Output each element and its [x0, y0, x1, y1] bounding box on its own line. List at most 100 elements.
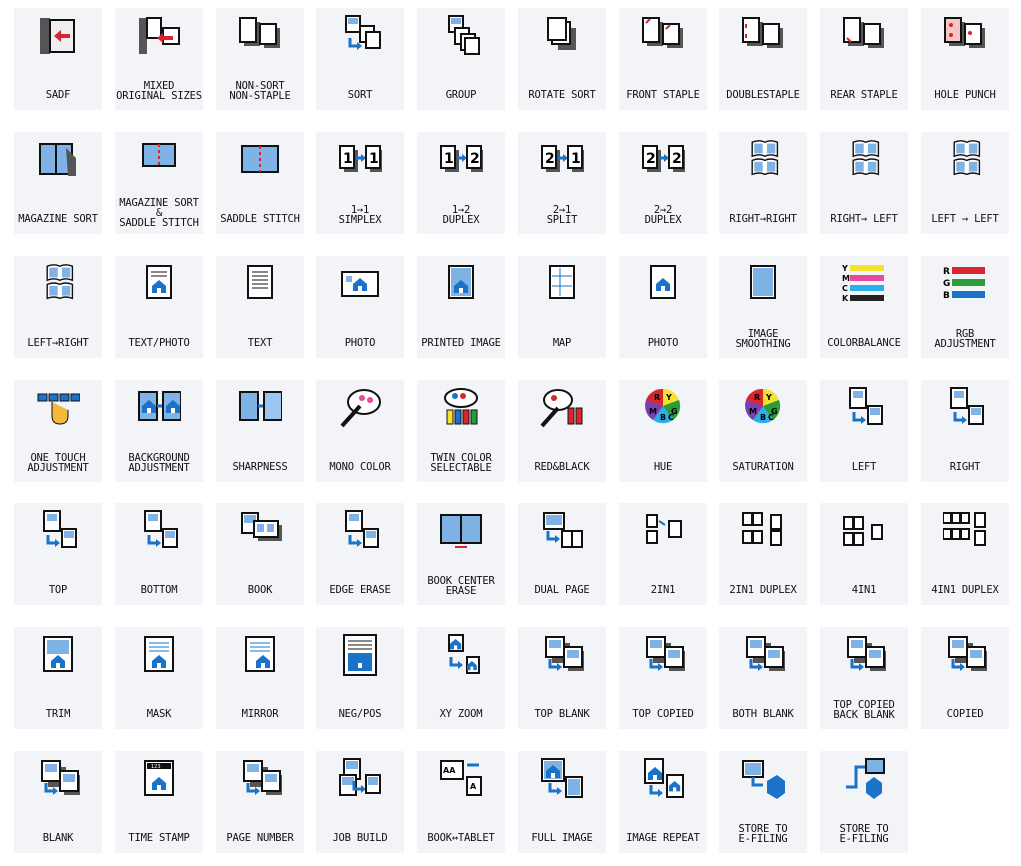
- tile-image-smoothing[interactable]: IMAGE SMOOTHING: [719, 256, 807, 358]
- tile-simplex-1-1[interactable]: 1 1 1→1 SIMPLEX: [316, 132, 404, 234]
- tile-rgb-adjustment[interactable]: R G B RGB ADJUSTMENT: [921, 256, 1009, 358]
- tile-left-to-right[interactable]: LEFT→RIGHT: [14, 256, 102, 358]
- group-icon: [439, 14, 483, 58]
- tile-left-to-left[interactable]: LEFT → LEFT: [921, 132, 1009, 234]
- tile-right[interactable]: RIGHT: [921, 380, 1009, 482]
- tile-top-blank[interactable]: TOP BLANK: [518, 627, 606, 729]
- tile-2in1-duplex[interactable]: 2IN1 DUPLEX: [719, 503, 807, 605]
- tile-label: COLORBALANCE: [827, 337, 901, 349]
- magazine-saddle-icon: [137, 138, 181, 182]
- tile-label: GROUP: [445, 89, 477, 101]
- tile-top-copied[interactable]: TOP COPIED: [619, 627, 707, 729]
- tile-2in1[interactable]: 2IN1: [619, 503, 707, 605]
- tile-4in1-duplex[interactable]: 4IN1 DUPLEX: [921, 503, 1009, 605]
- tile-double-staple[interactable]: DOUBLESTAPLE: [719, 8, 807, 110]
- tile-non-sort-non-staple[interactable]: NON-SORT NON-STAPLE: [216, 8, 304, 110]
- tile-copied[interactable]: COPIED: [921, 627, 1009, 729]
- tile-top[interactable]: TOP: [14, 503, 102, 605]
- tile-right-to-left[interactable]: RIGHT→ LEFT: [820, 132, 908, 234]
- tile-blank[interactable]: BLANK: [14, 751, 102, 853]
- tile-full-image[interactable]: FULL IMAGE: [518, 751, 606, 853]
- tile-text[interactable]: TEXT: [216, 256, 304, 358]
- tile-red-black[interactable]: RED&BLACK: [518, 380, 606, 482]
- tile-left[interactable]: LEFT: [820, 380, 908, 482]
- one-to-one-icon: 11: [338, 138, 382, 182]
- tile-photo-2[interactable]: PHOTO: [619, 256, 707, 358]
- tile-saddle-stitch[interactable]: SADDLE STITCH: [216, 132, 304, 234]
- tile-magazine-sort-saddle-stitch[interactable]: MAGAZINE SORT & SADDLE STITCH: [115, 132, 203, 234]
- tile-sadf[interactable]: SADF: [14, 8, 102, 110]
- tile-job-build[interactable]: JOB BUILD: [316, 751, 404, 853]
- tile-xy-zoom[interactable]: XY ZOOM: [417, 627, 505, 729]
- svg-text:Y: Y: [765, 393, 772, 402]
- svg-text:C: C: [842, 284, 848, 293]
- tile-trim[interactable]: TRIM: [14, 627, 102, 729]
- tile-duplex-1-2[interactable]: 1 2 1→2 DUPLEX: [417, 132, 505, 234]
- tile-mirror[interactable]: MIRROR: [216, 627, 304, 729]
- book-center-erase-icon: [439, 509, 483, 553]
- tile-time-stamp[interactable]: 123 TIME STAMP: [115, 751, 203, 853]
- tile-label: PHOTO: [647, 337, 679, 349]
- tile-label: NEG/POS: [338, 708, 382, 720]
- svg-text:R: R: [943, 267, 950, 277]
- tile-label: PRINTED IMAGE: [421, 337, 501, 349]
- tile-rotate-sort[interactable]: ROTATE SORT: [518, 8, 606, 110]
- tile-edge-erase[interactable]: EDGE ERASE: [316, 503, 404, 605]
- rear-staple-icon: [842, 14, 886, 58]
- tile-image-repeat[interactable]: IMAGE REPEAT: [619, 751, 707, 853]
- shift-top-icon: [36, 509, 80, 553]
- tile-top-copied-back-blank[interactable]: TOP COPIED BACK BLANK: [820, 627, 908, 729]
- tile-neg-pos[interactable]: NEG/POS: [316, 627, 404, 729]
- trim-icon: [36, 633, 80, 677]
- tile-label: RIGHT: [949, 461, 981, 473]
- xy-zoom-icon: [439, 633, 483, 677]
- tile-saturation[interactable]: R Y M G B C SATURATION: [719, 380, 807, 482]
- two-in-one-icon: [641, 509, 685, 553]
- tile-both-blank[interactable]: BOTH BLANK: [719, 627, 807, 729]
- tile-magazine-sort[interactable]: MAGAZINE SORT: [14, 132, 102, 234]
- tile-group[interactable]: GROUP: [417, 8, 505, 110]
- tile-store-to-efiling-1[interactable]: STORE TO E-FILING: [719, 751, 807, 853]
- tile-label: SHARPNESS: [232, 461, 288, 473]
- tile-store-to-efiling-2[interactable]: STORE TO E-FILING: [820, 751, 908, 853]
- tile-text-photo[interactable]: TEXT/PHOTO: [115, 256, 203, 358]
- tile-rear-staple[interactable]: REAR STAPLE: [820, 8, 908, 110]
- tile-4in1[interactable]: 4IN1: [820, 503, 908, 605]
- tile-page-number[interactable]: PAGE NUMBER: [216, 751, 304, 853]
- tile-sharpness[interactable]: SHARPNESS: [216, 380, 304, 482]
- tile-one-touch-adjustment[interactable]: ONE TOUCH ADJUSTMENT: [14, 380, 102, 482]
- tile-mono-color[interactable]: MONO COLOR: [316, 380, 404, 482]
- tile-mask[interactable]: MASK: [115, 627, 203, 729]
- tile-hue[interactable]: R Y M G B C HUE: [619, 380, 707, 482]
- tile-front-staple[interactable]: FRONT STAPLE: [619, 8, 707, 110]
- tile-label: BOOK CENTER ERASE: [427, 575, 495, 597]
- tile-map[interactable]: MAP: [518, 256, 606, 358]
- tile-label: REAR STAPLE: [830, 89, 898, 101]
- tile-hole-punch[interactable]: HOLE PUNCH: [921, 8, 1009, 110]
- tile-sort[interactable]: SORT: [316, 8, 404, 110]
- tile-label: MAGAZINE SORT: [18, 213, 98, 225]
- tile-label: BOOK↔TABLET: [427, 832, 495, 844]
- tile-label: 2→1 SPLIT: [546, 204, 578, 226]
- tile-printed-image[interactable]: PRINTED IMAGE: [417, 256, 505, 358]
- sort-icon: [338, 14, 382, 58]
- tile-right-to-right[interactable]: RIGHT→RIGHT: [719, 132, 807, 234]
- tile-label: HOLE PUNCH: [934, 89, 996, 101]
- tile-split-2-1[interactable]: 2 1 2→1 SPLIT: [518, 132, 606, 234]
- tile-twin-color-selectable[interactable]: TWIN COLOR SELECTABLE: [417, 380, 505, 482]
- shift-left-icon: [842, 386, 886, 430]
- book-right-left-icon: [842, 138, 886, 182]
- tile-background-adjustment[interactable]: BACKGROUND ADJUSTMENT: [115, 380, 203, 482]
- tile-mixed-original-sizes[interactable]: MIXED ORIGINAL SIZES: [115, 8, 203, 110]
- job-build-icon: [338, 757, 382, 801]
- tile-dual-page[interactable]: DUAL PAGE: [518, 503, 606, 605]
- tile-book-center-erase[interactable]: BOOK CENTER ERASE: [417, 503, 505, 605]
- tile-photo[interactable]: PHOTO: [316, 256, 404, 358]
- sharpness-icon: [238, 386, 283, 430]
- tile-label: SADDLE STITCH: [220, 213, 300, 225]
- tile-bottom[interactable]: BOTTOM: [115, 503, 203, 605]
- tile-book-tablet[interactable]: AA A BOOK↔TABLET: [417, 751, 505, 853]
- tile-book[interactable]: BOOK: [216, 503, 304, 605]
- tile-duplex-2-2[interactable]: 2 2 2→2 DUPLEX: [619, 132, 707, 234]
- tile-color-balance[interactable]: Y M C K COLORBALANCE: [820, 256, 908, 358]
